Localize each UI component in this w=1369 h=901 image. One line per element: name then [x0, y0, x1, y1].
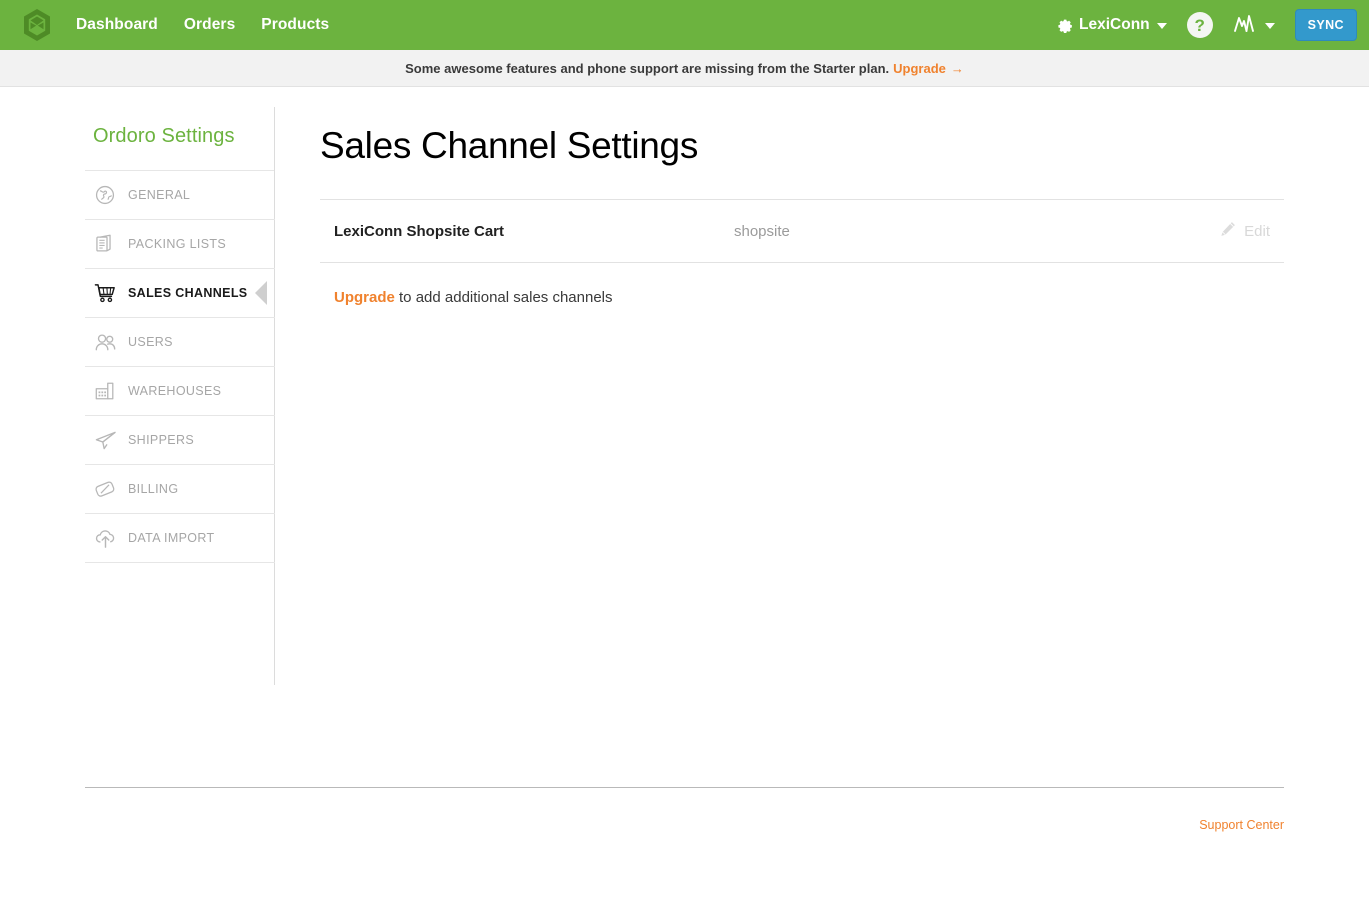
sync-button[interactable]: SYNC	[1294, 9, 1357, 41]
sales-channel-table: LexiConn Shopsite Cart shopsite Edit	[320, 199, 1284, 263]
page-title: Sales Channel Settings	[320, 125, 699, 166]
table-row: LexiConn Shopsite Cart shopsite Edit	[320, 200, 1284, 262]
sidebar-item-billing[interactable]: BILLING	[85, 465, 275, 514]
sidebar-item-general[interactable]: GENERAL	[85, 171, 275, 220]
sidebar-item-label: WAREHOUSES	[128, 384, 222, 398]
sidebar-item-list: GENERAL PACKING LISTS SALES CHANNELS USE…	[85, 170, 275, 563]
primary-nav-links: Dashboard Orders Products	[76, 16, 329, 34]
channel-name: LexiConn Shopsite Cart	[334, 222, 505, 240]
sidebar-item-label: SHIPPERS	[128, 433, 195, 447]
account-settings-menu[interactable]: LexiConn	[1055, 16, 1167, 35]
active-item-pointer-icon	[255, 281, 267, 305]
tag-icon	[93, 477, 117, 501]
right-arrow-icon: →	[950, 60, 964, 76]
cloud-upload-icon	[93, 526, 117, 550]
gear-icon	[1055, 16, 1074, 35]
help-icon[interactable]: ?	[1186, 12, 1213, 38]
upgrade-notice-bar: Some awesome features and phone support …	[0, 50, 1369, 87]
ordoro-logo[interactable]	[18, 6, 56, 44]
paper-plane-icon	[93, 428, 117, 452]
sidebar-item-label: PACKING LISTS	[128, 237, 227, 251]
sidebar-item-label: USERS	[128, 335, 173, 349]
support-center-link[interactable]: Support Center	[1199, 818, 1284, 832]
nav-link-orders[interactable]: Orders	[184, 16, 235, 34]
globe-icon	[93, 183, 117, 207]
upgrade-note: Upgrade to add additional sales channels	[320, 263, 1284, 306]
sidebar-item-label: DATA IMPORT	[128, 531, 215, 545]
sidebar-item-data-import[interactable]: DATA IMPORT	[85, 514, 275, 563]
chevron-down-icon	[1156, 23, 1167, 29]
edit-channel-button[interactable]: Edit	[1219, 220, 1270, 242]
sidebar-item-sales-channels[interactable]: SALES CHANNELS	[85, 269, 275, 318]
sidebar-item-shippers[interactable]: SHIPPERS	[85, 416, 275, 465]
settings-sidebar: Ordoro Settings GENERAL PACKING LISTS SA…	[0, 107, 275, 685]
sidebar-title: Ordoro Settings	[93, 125, 235, 147]
notice-upgrade-link[interactable]: Upgrade	[893, 61, 946, 76]
channel-type: shopsite	[734, 222, 790, 240]
nav-link-dashboard[interactable]: Dashboard	[76, 16, 158, 34]
sidebar-item-label: GENERAL	[128, 188, 191, 202]
analytics-chart-icon	[1233, 12, 1259, 39]
upgrade-link[interactable]: Upgrade	[334, 289, 395, 306]
upgrade-note-suffix: to add additional sales channels	[394, 289, 613, 306]
top-navigation-bar: Dashboard Orders Products LexiConn ? SYN…	[0, 0, 1369, 50]
users-icon	[93, 330, 117, 354]
notice-text: Some awesome features and phone support …	[405, 60, 890, 76]
sidebar-item-label: BILLING	[128, 482, 179, 496]
shopping-cart-icon	[93, 281, 117, 305]
edit-label: Edit	[1244, 222, 1270, 240]
nav-link-products[interactable]: Products	[261, 16, 329, 34]
analytics-menu[interactable]	[1233, 12, 1275, 39]
page-footer: Support Center	[85, 787, 1284, 834]
pencil-icon	[1219, 220, 1237, 242]
documents-icon	[93, 232, 117, 256]
sidebar-item-packing-lists[interactable]: PACKING LISTS	[85, 220, 275, 269]
chevron-down-icon	[1264, 23, 1275, 29]
sidebar-item-warehouses[interactable]: WAREHOUSES	[85, 367, 275, 416]
page-body: Ordoro Settings GENERAL PACKING LISTS SA…	[0, 87, 1369, 685]
main-content: Sales Channel Settings LexiConn Shopsite…	[275, 125, 1369, 563]
factory-icon	[93, 379, 117, 403]
sidebar-item-users[interactable]: USERS	[85, 318, 275, 367]
account-name-label: LexiConn	[1079, 16, 1150, 33]
top-nav-right-group: LexiConn ? SYNC	[1055, 9, 1357, 41]
sidebar-item-label: SALES CHANNELS	[128, 286, 248, 300]
